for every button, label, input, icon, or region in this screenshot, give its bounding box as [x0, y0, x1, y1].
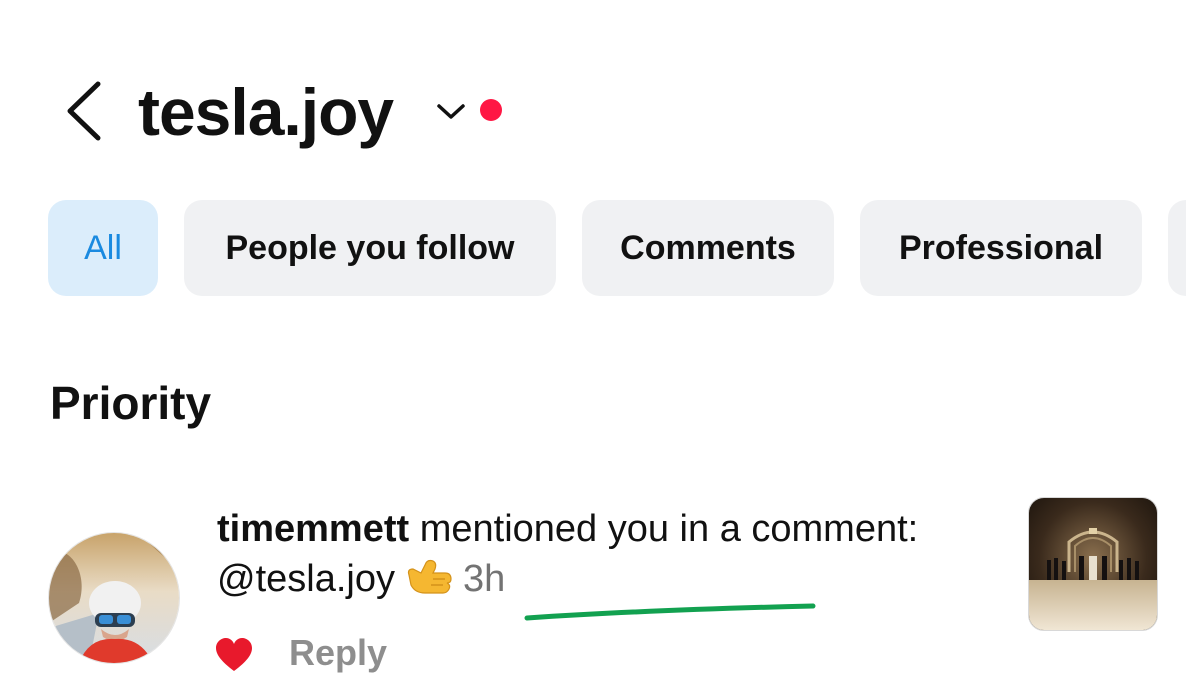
filter-people-you-follow[interactable]: People you follow: [184, 200, 556, 296]
filter-next-partial[interactable]: [1168, 200, 1186, 296]
post-thumbnail[interactable]: [1028, 497, 1158, 631]
back-button[interactable]: [60, 78, 108, 144]
notification-time: 3h: [462, 558, 506, 600]
account-username[interactable]: tesla.joy: [138, 72, 394, 152]
notifications-screen: tesla.joy All People you follow Comments…: [0, 0, 1186, 686]
filter-chips: All People you follow Comments Professio…: [48, 200, 1186, 296]
heart-icon[interactable]: [214, 637, 254, 673]
avatar[interactable]: [48, 532, 180, 664]
account-switch-button[interactable]: [432, 96, 470, 128]
chevron-left-icon: [67, 81, 101, 141]
filter-professional[interactable]: Professional: [860, 200, 1142, 296]
notification-text[interactable]: timemmett mentioned you in a comment: @t…: [217, 504, 937, 604]
post-thumbnail-image: [1029, 498, 1157, 630]
unread-dot: [480, 99, 502, 121]
section-title: Priority: [50, 377, 212, 429]
call-me-hand-emoji: [407, 559, 452, 594]
notification-username[interactable]: timemmett: [217, 508, 409, 550]
chevron-down-icon: [437, 104, 465, 119]
reply-button[interactable]: Reply: [289, 632, 387, 674]
annotation-underline: [524, 603, 816, 621]
filter-all[interactable]: All: [48, 200, 158, 296]
avatar-image: [49, 533, 179, 663]
filter-comments[interactable]: Comments: [582, 200, 834, 296]
